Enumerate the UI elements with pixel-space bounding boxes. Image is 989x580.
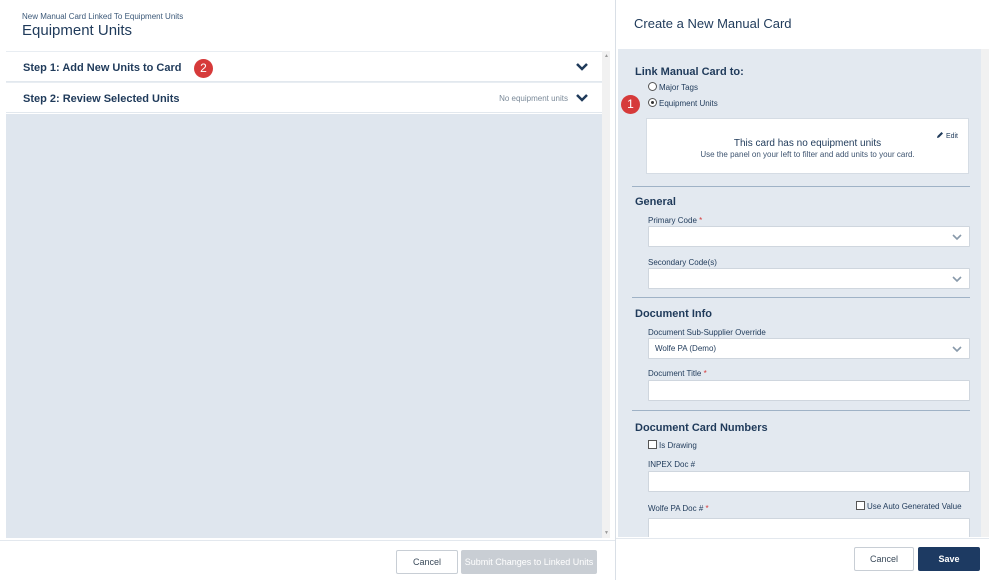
page-subtitle: New Manual Card Linked To Equipment Unit…	[22, 12, 184, 21]
scroll-down-icon[interactable]: ▼	[604, 530, 609, 536]
submit-changes-button[interactable]: Submit Changes to Linked Units	[461, 550, 597, 574]
sub-supplier-label: Document Sub-Supplier Override	[648, 328, 766, 337]
cancel-button[interactable]: Cancel	[396, 550, 458, 574]
section-divider	[632, 186, 970, 187]
right-scrollbar[interactable]	[981, 49, 989, 537]
radio-button[interactable]	[648, 82, 657, 91]
chevron-down-icon	[952, 234, 962, 241]
step-2-header[interactable]: Step 2: Review Selected Units No equipme…	[6, 82, 602, 113]
units-content-area	[6, 114, 602, 538]
document-title-input[interactable]	[648, 380, 970, 401]
chevron-down-icon	[952, 346, 962, 353]
label-text: Document Title	[648, 369, 702, 378]
primary-code-label: Primary Code *	[648, 216, 702, 225]
annotation-badge-2: 2	[194, 59, 213, 78]
chevron-down-icon[interactable]	[576, 62, 588, 72]
general-heading: General	[635, 196, 676, 208]
required-mark: *	[705, 504, 709, 513]
link-heading: Link Manual Card to:	[635, 66, 744, 78]
left-scrollbar[interactable]	[602, 51, 610, 538]
step-2-note: No equipment units	[499, 94, 568, 103]
section-divider	[632, 410, 970, 411]
primary-code-select[interactable]	[648, 226, 970, 247]
secondary-code-label: Secondary Code(s)	[648, 258, 717, 267]
label-text: Wolfe PA Doc #	[648, 504, 704, 513]
document-title-label: Document Title *	[648, 369, 707, 378]
step-1-header[interactable]: Step 1: Add New Units to Card	[6, 51, 602, 82]
wolfe-doc-input[interactable]	[648, 518, 970, 537]
checkbox-label: Use Auto Generated Value	[867, 502, 962, 511]
equipment-units-box: Edit This card has no equipment units Us…	[646, 118, 969, 174]
checkbox-label: Is Drawing	[659, 441, 697, 450]
is-drawing-checkbox[interactable]: Is Drawing	[648, 440, 697, 450]
checkbox[interactable]	[648, 440, 657, 449]
section-divider	[632, 297, 970, 298]
footer-divider	[0, 540, 615, 541]
radio-equipment-units[interactable]: Equipment Units	[648, 98, 718, 108]
radio-label: Major Tags	[659, 83, 698, 92]
scroll-up-icon[interactable]: ▲	[604, 53, 609, 59]
radio-label: Equipment Units	[659, 99, 718, 108]
inpex-doc-input[interactable]	[648, 471, 970, 492]
step-2-label: Step 2: Review Selected Units	[23, 93, 180, 105]
steps-accordion: Step 1: Add New Units to Card Step 2: Re…	[6, 51, 602, 113]
page-title: Equipment Units	[22, 22, 133, 39]
required-mark: *	[699, 216, 703, 225]
no-units-hint: Use the panel on your left to filter and…	[700, 150, 915, 159]
radio-button-selected[interactable]	[648, 98, 657, 107]
left-panel: New Manual Card Linked To Equipment Unit…	[0, 0, 615, 580]
radio-major-tags[interactable]: Major Tags	[648, 82, 698, 92]
chevron-down-icon[interactable]	[576, 93, 588, 103]
secondary-code-select[interactable]	[648, 268, 970, 289]
no-units-title: This card has no equipment units	[733, 138, 882, 149]
wolfe-doc-label: Wolfe PA Doc # *	[648, 504, 709, 513]
form-body: Link Manual Card to: Major Tags Equipmen…	[618, 49, 981, 537]
right-panel: Create a New Manual Card Link Manual Car…	[616, 0, 989, 580]
sub-supplier-select[interactable]: Wolfe PA (Demo)	[648, 338, 970, 359]
cancel-button[interactable]: Cancel	[854, 547, 914, 571]
required-mark: *	[703, 369, 707, 378]
annotation-badge-1: 1	[621, 95, 640, 114]
step-1-label: Step 1: Add New Units to Card	[23, 62, 182, 74]
checkbox[interactable]	[856, 501, 865, 510]
inpex-doc-label: INPEX Doc #	[648, 460, 696, 469]
card-numbers-heading: Document Card Numbers	[635, 422, 768, 434]
form-title: Create a New Manual Card	[634, 16, 792, 31]
save-button[interactable]: Save	[918, 547, 980, 571]
auto-generated-checkbox[interactable]: Use Auto Generated Value	[856, 501, 962, 511]
label-text: Primary Code	[648, 216, 697, 225]
chevron-down-icon	[952, 276, 962, 283]
footer-divider	[616, 538, 989, 539]
document-info-heading: Document Info	[635, 308, 712, 320]
select-value: Wolfe PA (Demo)	[655, 344, 717, 353]
